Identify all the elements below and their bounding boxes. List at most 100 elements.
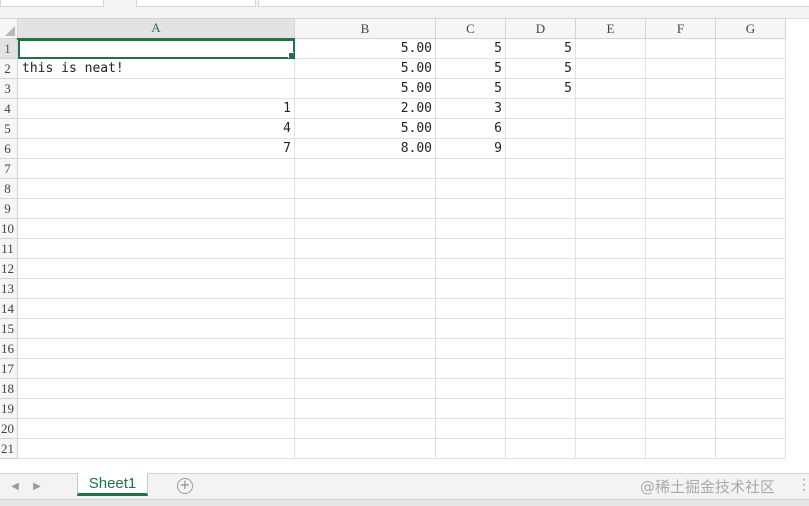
cell-c15[interactable] [435,318,506,339]
column-header-e[interactable]: E [575,18,646,39]
cell-d4[interactable] [505,98,576,119]
cell-b2[interactable]: 5.00 [294,58,436,79]
cell-a17[interactable] [17,358,295,379]
cell-f5[interactable] [645,118,716,139]
cell-f7[interactable] [645,158,716,179]
column-header-f[interactable]: F [645,18,716,39]
formula-input[interactable] [258,0,809,7]
cell-g13[interactable] [715,278,786,299]
cell-e1[interactable] [575,38,646,59]
cell-f11[interactable] [645,238,716,259]
row-header[interactable]: 21 [0,438,18,459]
function-box[interactable] [136,0,256,7]
cell-g20[interactable] [715,418,786,439]
cell-c5[interactable]: 6 [435,118,506,139]
cell-c12[interactable] [435,258,506,279]
cell-f14[interactable] [645,298,716,319]
cell-g14[interactable] [715,298,786,319]
row-header[interactable]: 2 [0,58,18,79]
cell-g8[interactable] [715,178,786,199]
row-header[interactable]: 17 [0,358,18,379]
cell-e11[interactable] [575,238,646,259]
cell-g11[interactable] [715,238,786,259]
cell-f10[interactable] [645,218,716,239]
cell-c14[interactable] [435,298,506,319]
cell-b10[interactable] [294,218,436,239]
cell-f9[interactable] [645,198,716,219]
add-sheet-icon[interactable]: + [177,478,193,494]
cell-e13[interactable] [575,278,646,299]
cell-b9[interactable] [294,198,436,219]
cell-c21[interactable] [435,438,506,459]
cell-d20[interactable] [505,418,576,439]
row-header[interactable]: 20 [0,418,18,439]
cell-d17[interactable] [505,358,576,379]
cell-d15[interactable] [505,318,576,339]
cell-f12[interactable] [645,258,716,279]
cell-b13[interactable] [294,278,436,299]
cell-d5[interactable] [505,118,576,139]
row-header[interactable]: 10 [0,218,18,239]
cell-f18[interactable] [645,378,716,399]
cell-b11[interactable] [294,238,436,259]
cell-a16[interactable] [17,338,295,359]
cell-b5[interactable]: 5.00 [294,118,436,139]
cell-e12[interactable] [575,258,646,279]
cell-d21[interactable] [505,438,576,459]
cell-e17[interactable] [575,358,646,379]
cell-f15[interactable] [645,318,716,339]
row-header[interactable]: 1 [0,38,18,59]
cell-f8[interactable] [645,178,716,199]
cell-a19[interactable] [17,398,295,419]
cell-g9[interactable] [715,198,786,219]
cell-f20[interactable] [645,418,716,439]
cell-d10[interactable] [505,218,576,239]
cell-c4[interactable]: 3 [435,98,506,119]
cell-g6[interactable] [715,138,786,159]
cell-c13[interactable] [435,278,506,299]
cell-f19[interactable] [645,398,716,419]
cell-a5[interactable]: 4 [17,118,295,139]
cell-g12[interactable] [715,258,786,279]
cell-b12[interactable] [294,258,436,279]
cell-a21[interactable] [17,438,295,459]
cell-f16[interactable] [645,338,716,359]
cell-a3[interactable] [17,78,295,99]
cell-b3[interactable]: 5.00 [294,78,436,99]
cell-e21[interactable] [575,438,646,459]
cell-d18[interactable] [505,378,576,399]
more-options-icon[interactable]: · · · [802,474,806,496]
cell-d8[interactable] [505,178,576,199]
column-header-g[interactable]: G [715,18,786,39]
cell-b4[interactable]: 2.00 [294,98,436,119]
cell-b7[interactable] [294,158,436,179]
row-header[interactable]: 6 [0,138,18,159]
cell-e19[interactable] [575,398,646,419]
cell-a12[interactable] [17,258,295,279]
cell-g2[interactable] [715,58,786,79]
cell-g1[interactable] [715,38,786,59]
cell-f3[interactable] [645,78,716,99]
row-header[interactable]: 4 [0,98,18,119]
column-header-a[interactable]: A [17,18,295,40]
cell-b17[interactable] [294,358,436,379]
cell-a10[interactable] [17,218,295,239]
cell-e8[interactable] [575,178,646,199]
cell-c9[interactable] [435,198,506,219]
cell-c17[interactable] [435,358,506,379]
cell-a20[interactable] [17,418,295,439]
row-header[interactable]: 5 [0,118,18,139]
cell-a7[interactable] [17,158,295,179]
cell-c8[interactable] [435,178,506,199]
row-header[interactable]: 11 [0,238,18,259]
cell-b6[interactable]: 8.00 [294,138,436,159]
cell-b8[interactable] [294,178,436,199]
cell-e6[interactable] [575,138,646,159]
column-header-b[interactable]: B [294,18,436,39]
row-header[interactable]: 8 [0,178,18,199]
cell-b1[interactable]: 5.00 [294,38,436,59]
row-header[interactable]: 14 [0,298,18,319]
cell-f21[interactable] [645,438,716,459]
cell-g21[interactable] [715,438,786,459]
cell-e16[interactable] [575,338,646,359]
